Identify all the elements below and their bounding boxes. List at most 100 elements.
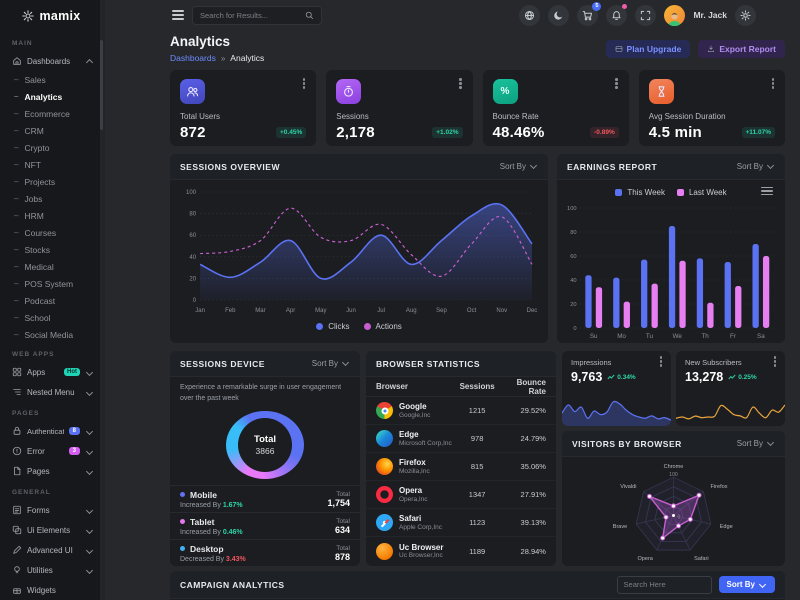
browser-name: Edge bbox=[399, 430, 452, 440]
card-menu-dots[interactable] bbox=[660, 360, 663, 363]
panel-title: SESSIONS OVERVIEW bbox=[180, 162, 280, 172]
search-icon[interactable] bbox=[305, 11, 314, 20]
percent-icon: % bbox=[493, 79, 518, 104]
app-logo[interactable]: mamix bbox=[0, 0, 103, 32]
plan-upgrade-button[interactable]: Plan Upgrade bbox=[606, 40, 691, 58]
dark-mode-button[interactable] bbox=[548, 5, 569, 26]
sidebar-item-widgets[interactable]: Widgets bbox=[0, 580, 103, 600]
sidebar-item-advanced-ui[interactable]: Advanced UI bbox=[0, 540, 103, 560]
stat-value: 4.5 min bbox=[649, 124, 702, 141]
column-browser: Browser bbox=[376, 382, 454, 391]
svg-text:100: 100 bbox=[567, 206, 577, 212]
breadcrumb: Dashboards » Analytics bbox=[170, 53, 264, 63]
settings-button[interactable] bbox=[735, 5, 756, 26]
download-icon bbox=[707, 45, 715, 53]
sidebar-subitem-label: Courses bbox=[24, 228, 56, 238]
card-menu-dots[interactable] bbox=[615, 82, 618, 85]
fullscreen-button[interactable] bbox=[635, 5, 656, 26]
sidebar-subitem[interactable]: Medical bbox=[0, 258, 103, 275]
card-menu-dots[interactable] bbox=[303, 82, 306, 85]
card-menu-dots[interactable] bbox=[459, 82, 462, 85]
legend-item[interactable]: This Week bbox=[615, 188, 665, 197]
legend-item[interactable]: Clicks bbox=[316, 322, 349, 331]
sidebar-item-forms[interactable]: Forms bbox=[0, 500, 103, 520]
sidebar-subitem[interactable]: Projects bbox=[0, 173, 103, 190]
chevron-down-icon bbox=[86, 467, 93, 474]
device-total-label: Total bbox=[335, 518, 350, 525]
sort-by-dropdown[interactable]: Sort By bbox=[312, 359, 350, 368]
campaign-sort-button[interactable]: Sort By bbox=[719, 576, 775, 593]
svg-text:Aug: Aug bbox=[406, 308, 417, 314]
device-donut-chart: Total 3866 bbox=[226, 411, 304, 479]
sidebar-item-error[interactable]: Error 3 bbox=[0, 441, 103, 461]
hamburger-menu-icon[interactable] bbox=[172, 10, 184, 20]
sidebar-subitem[interactable]: NFT bbox=[0, 156, 103, 173]
sidebar-item-nested-menu[interactable]: Nested Menu bbox=[0, 382, 103, 402]
legend-item[interactable]: Actions bbox=[364, 322, 402, 331]
browser-name: Safari bbox=[399, 514, 442, 524]
mini-card-label: New Subscribers bbox=[685, 358, 776, 367]
file-icon bbox=[12, 466, 22, 476]
user-name[interactable]: Mr. Jack bbox=[693, 10, 727, 20]
svg-text:0: 0 bbox=[573, 326, 576, 332]
fullscreen-icon bbox=[640, 10, 651, 21]
panel-title: VISITORS BY BROWSER bbox=[572, 439, 682, 449]
browser-company: Opera,Inc bbox=[399, 496, 428, 503]
sidebar-subitem[interactable]: Analytics bbox=[0, 88, 103, 105]
sidebar-subitem[interactable]: Courses bbox=[0, 224, 103, 241]
sidebar-subitem[interactable]: HRM bbox=[0, 207, 103, 224]
section-label-general: GENERAL bbox=[0, 481, 103, 500]
sidebar-subitem[interactable]: CRM bbox=[0, 122, 103, 139]
sort-by-dropdown[interactable]: Sort By bbox=[737, 162, 775, 171]
bell-icon bbox=[611, 10, 622, 21]
panel-title: SESSIONS DEVICE bbox=[180, 359, 265, 369]
browser-bounce-rate: 27.91% bbox=[500, 490, 546, 499]
chevron-down-icon bbox=[759, 581, 766, 588]
svg-text:Feb: Feb bbox=[225, 308, 236, 314]
form-icon bbox=[12, 505, 22, 515]
sidebar-item-pages[interactable]: Pages bbox=[0, 461, 103, 481]
mini-card-change: 0.25% bbox=[728, 374, 756, 381]
browser-name: Opera bbox=[399, 486, 428, 496]
sort-by-dropdown[interactable]: Sort By bbox=[500, 162, 538, 171]
svg-text:60: 60 bbox=[189, 233, 196, 239]
breadcrumb-dashboards[interactable]: Dashboards bbox=[170, 53, 216, 63]
sidebar-subitem[interactable]: Podcast bbox=[0, 292, 103, 309]
cart-button[interactable]: 5 bbox=[577, 5, 598, 26]
sidebar-subitem[interactable]: Jobs bbox=[0, 190, 103, 207]
sidebar-item-ui-elements[interactable]: Ui Elements bbox=[0, 520, 103, 540]
chevron-down-icon bbox=[86, 526, 93, 533]
sidebar-item-utilities[interactable]: Utilities bbox=[0, 560, 103, 580]
language-button[interactable] bbox=[519, 5, 540, 26]
card-menu-dots[interactable] bbox=[772, 82, 775, 85]
browser-statistics-panel: BROWSER STATISTICS Browser Sessions Boun… bbox=[366, 351, 556, 566]
sort-by-dropdown[interactable]: Sort By bbox=[737, 439, 775, 448]
hourglass-icon bbox=[649, 79, 674, 104]
sidebar-item-authentication[interactable]: Authentication 8 bbox=[0, 421, 103, 441]
device-name: Mobile bbox=[190, 490, 217, 500]
sidebar-item-label: Nested Menu bbox=[27, 388, 82, 397]
chart-menu-icon[interactable] bbox=[761, 187, 773, 195]
dashboards-submenu: Sales Analytics Ecommerce CRM Crypto bbox=[0, 71, 103, 343]
sidebar-subitem[interactable]: Sales bbox=[0, 71, 103, 88]
card-menu-dots[interactable] bbox=[774, 360, 777, 363]
sidebar-subitem[interactable]: Social Media bbox=[0, 326, 103, 343]
sidebar-subitem[interactable]: School bbox=[0, 309, 103, 326]
export-report-button[interactable]: Export Report bbox=[698, 40, 785, 58]
sidebar-subitem[interactable]: Crypto bbox=[0, 139, 103, 156]
legend-item[interactable]: Last Week bbox=[677, 188, 727, 197]
campaign-analytics-panel: CAMPAIGN ANALYTICS Sort By bbox=[170, 571, 785, 600]
campaign-search-input[interactable] bbox=[617, 576, 712, 594]
sidebar-scrollbar-thumb[interactable] bbox=[100, 40, 103, 130]
donut-center-label: Total bbox=[254, 434, 276, 445]
stat-change-badge: +1.02% bbox=[432, 127, 462, 138]
user-avatar[interactable] bbox=[664, 5, 685, 26]
sidebar-item-dashboards[interactable]: Dashboards bbox=[0, 51, 103, 71]
device-total-label: Total bbox=[327, 491, 350, 498]
sidebar-subitem[interactable]: Ecommerce bbox=[0, 105, 103, 122]
sidebar-item-apps[interactable]: Apps Hot bbox=[0, 362, 103, 382]
sidebar-subitem[interactable]: POS System bbox=[0, 275, 103, 292]
notifications-button[interactable] bbox=[606, 5, 627, 26]
sidebar-subitem[interactable]: Stocks bbox=[0, 241, 103, 258]
search-input[interactable] bbox=[200, 11, 300, 20]
